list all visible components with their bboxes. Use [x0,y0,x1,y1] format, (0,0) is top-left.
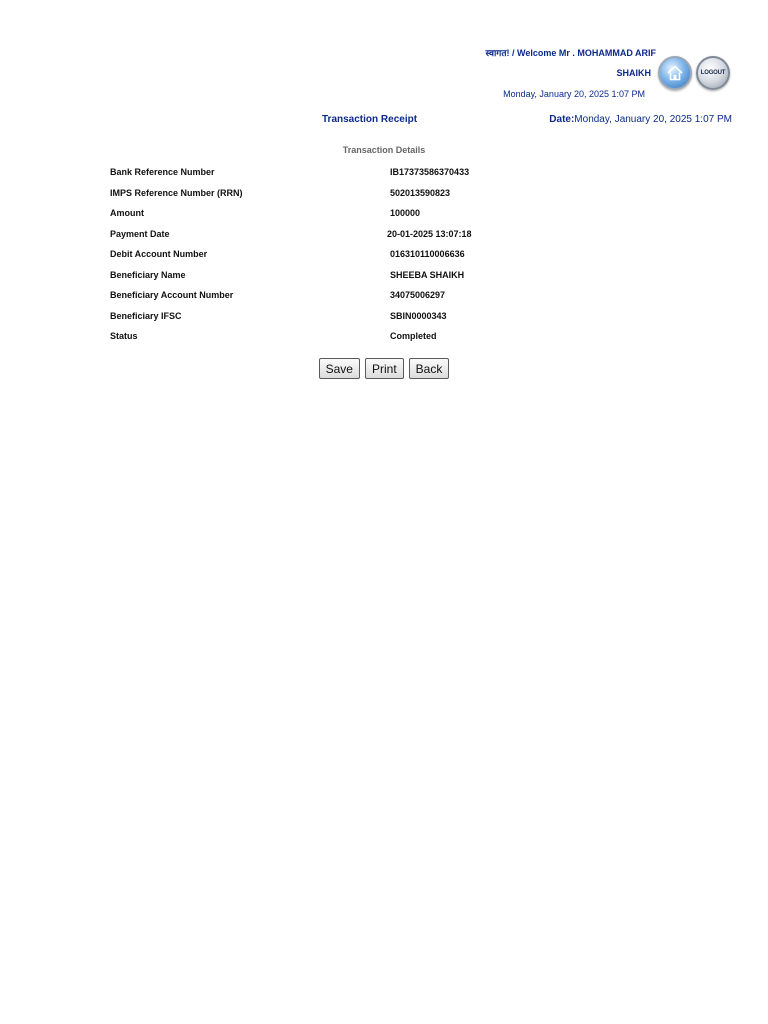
receipt-title: Transaction Receipt [322,114,418,125]
home-icon [667,65,683,81]
section-title: Transaction Details [342,145,426,155]
detail-row-bank-reference: Bank Reference Number IB17373586370433 [110,163,510,184]
detail-label: Beneficiary Account Number [110,290,234,300]
detail-value: 016310110006636 [390,249,465,259]
header-date: Monday, January 20, 2025 1:07 PM [503,89,645,99]
detail-row-debit-account: Debit Account Number 016310110006636 [110,245,510,266]
detail-row-beneficiary-ifsc: Beneficiary IFSC SBIN0000343 [110,307,510,328]
back-button[interactable]: Back [408,358,450,379]
detail-label: Payment Date [110,228,170,239]
detail-value: 20-01-2025 13:07:18 [387,228,472,239]
details-table: Bank Reference Number IB17373586370433 I… [110,163,510,348]
detail-row-beneficiary-account: Beneficiary Account Number 34075006297 [110,286,510,307]
logout-icon: LOGOUT [700,70,726,76]
detail-value: SBIN0000343 [390,310,447,321]
detail-label: Amount [110,208,144,218]
detail-row-amount: Amount 100000 [110,204,510,225]
detail-value: SHEEBA SHAIKH [390,269,465,280]
status-value: Completed [390,331,437,341]
receipt-date: Date:Monday, January 20, 2025 1:07 PM [549,114,732,125]
detail-label: IMPS Reference Number (RRN) [110,187,243,198]
detail-row-beneficiary-name: Beneficiary Name SHEEBA SHAIKH [110,266,510,287]
detail-label: Bank Reference Number [110,167,215,177]
detail-row-status: Status Completed [110,327,510,348]
action-buttons: Save Print Back [0,358,768,379]
receipt-date-label: Date: [549,114,575,125]
detail-value: 502013590823 [390,187,451,198]
detail-value: 34075006297 [390,290,446,300]
detail-label: Beneficiary Name [110,269,186,280]
logout-button[interactable]: LOGOUT [696,56,730,90]
receipt-date-value: Monday, January 20, 2025 1:07 PM [574,114,732,125]
detail-label: Status [110,331,138,341]
detail-row-payment-date: Payment Date 20-01-2025 13:07:18 [110,225,510,246]
detail-label: Beneficiary IFSC [110,310,182,321]
detail-value: IB17373586370433 [390,167,470,177]
welcome-message: स्वागत! / Welcome Mr . MOHAMMAD ARIF [485,48,656,58]
save-button[interactable]: Save [318,358,360,379]
detail-label: Debit Account Number [110,249,208,259]
detail-row-imps-reference: IMPS Reference Number (RRN) 502013590823 [110,184,510,205]
print-button[interactable]: Print [364,358,404,379]
welcome-name: SHAIKH [616,68,651,78]
detail-value: 100000 [390,208,421,218]
home-button[interactable] [658,56,692,90]
